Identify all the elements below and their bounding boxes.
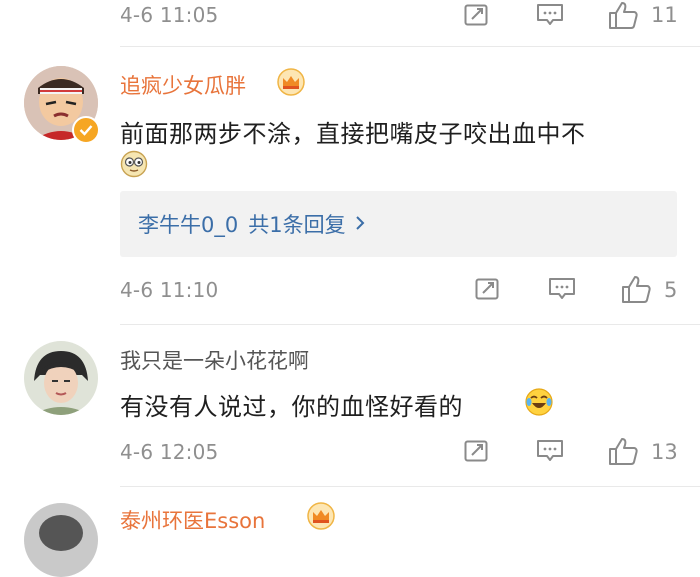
comment-button[interactable] <box>535 2 565 28</box>
like-button[interactable] <box>619 274 653 304</box>
comment-time: 4-6 11:10 <box>120 278 219 302</box>
divider <box>120 46 700 47</box>
like-count: 13 <box>651 440 678 464</box>
like-button[interactable] <box>606 436 640 466</box>
reply-username[interactable]: 李牛牛0_0 <box>138 209 238 239</box>
username[interactable]: 泰州环医Esson <box>120 505 265 535</box>
thumbs-up-icon <box>609 2 638 29</box>
like-count: 5 <box>664 278 678 302</box>
divider <box>120 486 700 487</box>
comment-button[interactable] <box>535 438 565 464</box>
avatar[interactable] <box>24 341 98 415</box>
comment-text: 前面那两步不涂，直接把嘴皮子咬出血中不 <box>120 120 586 148</box>
repost-button[interactable] <box>473 276 503 302</box>
repost-button[interactable] <box>462 438 492 464</box>
doge-emoji <box>120 150 148 178</box>
comment-text: 有没有人说过，你的血怪好看的 <box>120 393 463 421</box>
comment-time: 4-6 12:05 <box>120 440 219 464</box>
verified-badge-icon <box>72 116 100 144</box>
comment-icon <box>537 440 563 461</box>
comment-button[interactable] <box>547 276 577 302</box>
username[interactable]: 追疯少女瓜胖 <box>120 70 246 100</box>
comment-icon <box>537 4 563 25</box>
avatar[interactable] <box>24 503 98 577</box>
comment-time: 4-6 11:05 <box>120 3 219 27</box>
thumbs-up-icon <box>609 438 638 465</box>
repost-icon <box>464 4 488 26</box>
divider <box>120 324 700 325</box>
repost-icon <box>475 278 499 300</box>
repost-button[interactable] <box>462 2 492 28</box>
like-count: 11 <box>651 3 678 27</box>
username[interactable]: 我只是一朵小花花啊 <box>120 345 309 375</box>
reply-summary[interactable]: 共1条回复 <box>248 209 345 239</box>
crown-vip-icon <box>277 68 305 96</box>
reply-preview[interactable]: 李牛牛0_0 共1条回复 <box>120 191 677 257</box>
crown-vip-icon <box>307 502 335 530</box>
like-button[interactable] <box>606 0 640 30</box>
laugh-cry-emoji <box>524 387 554 417</box>
comment-icon <box>549 278 575 299</box>
thumbs-up-icon <box>622 276 651 303</box>
chevron-right-icon <box>354 212 366 236</box>
repost-icon <box>464 440 488 462</box>
